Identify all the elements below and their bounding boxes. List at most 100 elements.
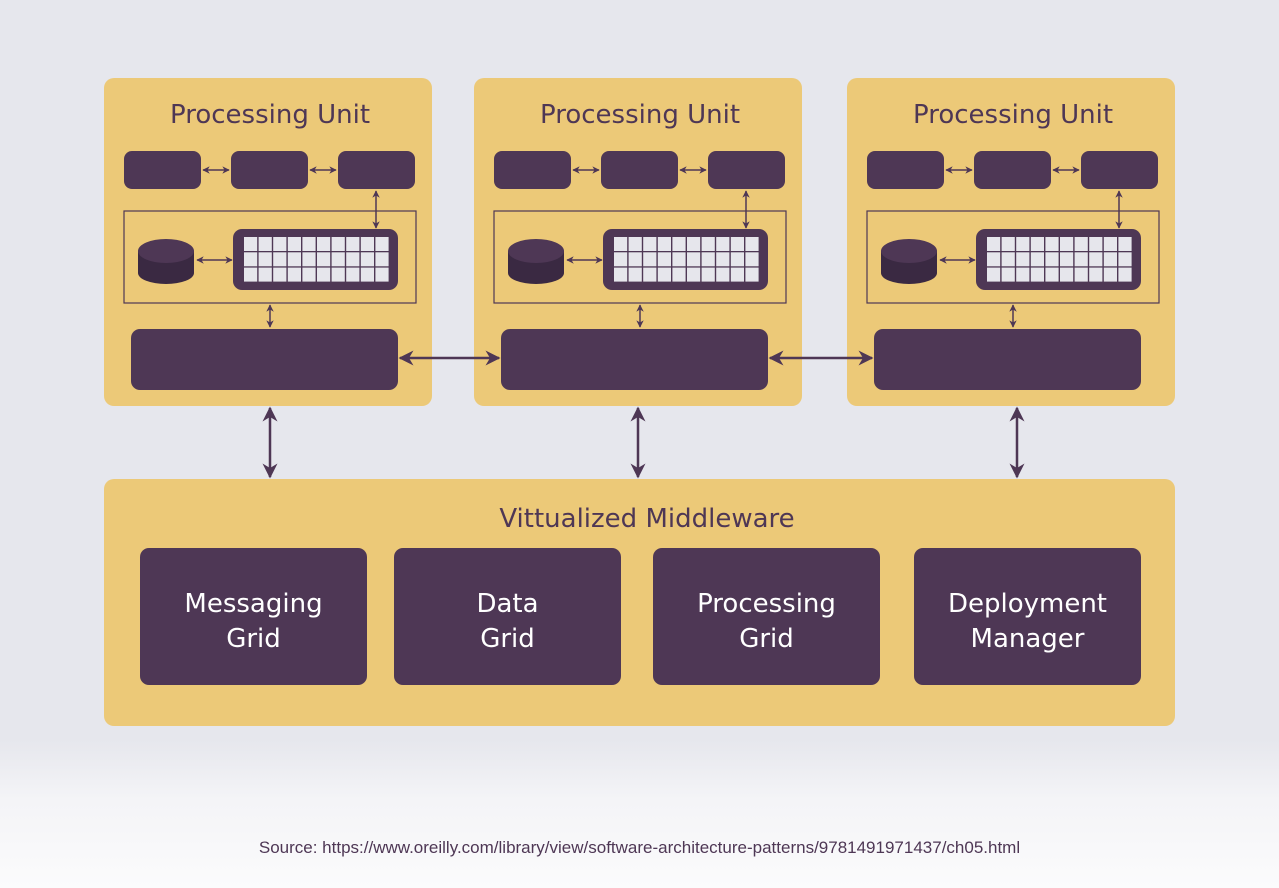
- grid-cell: [745, 252, 759, 267]
- grid-cell: [987, 237, 1001, 251]
- grid-cell: [1074, 252, 1088, 267]
- grid-cell: [1089, 237, 1103, 251]
- grid-cell: [331, 237, 345, 251]
- grid-cell: [273, 267, 287, 282]
- in-memory-data-grid: [976, 229, 1141, 290]
- grid-cell: [244, 252, 258, 267]
- component-label-line2: Grid: [226, 624, 281, 654]
- middleware-component: Deployment Manager: [914, 548, 1141, 685]
- component-label-line1: Data: [476, 589, 538, 619]
- grid-cell: [346, 237, 360, 251]
- grid-cell: [1016, 267, 1030, 282]
- grid-cell: [1089, 252, 1103, 267]
- middleware-title: Vittualized Middleware: [499, 504, 794, 534]
- grid-cell: [1001, 267, 1015, 282]
- space-based-architecture-diagram: Processing Unit Processing Unit Processing…: [104, 78, 1175, 726]
- in-memory-data-grid: [603, 229, 768, 290]
- processing-unit-title: Processing Unit: [913, 100, 1113, 130]
- grid-cell: [360, 237, 374, 251]
- grid-cell: [244, 267, 258, 282]
- grid-cell: [317, 237, 331, 251]
- grid-cell: [302, 267, 316, 282]
- grid-cell: [614, 267, 628, 282]
- processing-module: [231, 151, 308, 189]
- grid-cell: [745, 267, 759, 282]
- processing-module: [867, 151, 944, 189]
- grid-cell: [701, 267, 715, 282]
- grid-cell: [360, 267, 374, 282]
- processing-module: [494, 151, 571, 189]
- grid-cell: [716, 267, 730, 282]
- grid-cell: [1045, 252, 1059, 267]
- processing-unit: Processing Unit: [104, 78, 432, 406]
- grid-cell: [375, 267, 389, 282]
- middleware-component: Data Grid: [394, 548, 621, 685]
- grid-cell: [672, 267, 686, 282]
- database-icon: [138, 239, 194, 284]
- grid-cell: [1045, 267, 1059, 282]
- grid-cell: [1060, 252, 1074, 267]
- grid-cell: [302, 237, 316, 251]
- grid-cell: [730, 267, 744, 282]
- component-label-line1: Messaging: [184, 589, 322, 619]
- processing-unit-engine: [501, 329, 768, 390]
- component-label-line2: Grid: [739, 624, 794, 654]
- grid-cell: [628, 252, 642, 267]
- database-icon: [508, 239, 564, 284]
- grid-cell: [1016, 252, 1030, 267]
- grid-cell: [287, 237, 301, 251]
- grid-cell: [643, 237, 657, 251]
- grid-cell: [375, 237, 389, 251]
- grid-cell: [628, 267, 642, 282]
- grid-cell: [687, 267, 701, 282]
- grid-cell: [331, 252, 345, 267]
- processing-unit-engine: [874, 329, 1141, 390]
- grid-cell: [643, 252, 657, 267]
- grid-cell: [1030, 237, 1044, 251]
- grid-cell: [1016, 237, 1030, 251]
- processing-unit-title: Processing Unit: [170, 100, 370, 130]
- grid-cell: [730, 252, 744, 267]
- grid-cell: [1030, 252, 1044, 267]
- processing-unit-title: Processing Unit: [540, 100, 740, 130]
- grid-cell: [672, 237, 686, 251]
- grid-cell: [1001, 252, 1015, 267]
- grid-cell: [1103, 267, 1117, 282]
- component-label-line2: Grid: [480, 624, 535, 654]
- grid-cell: [258, 252, 272, 267]
- processing-unit-engine: [131, 329, 398, 390]
- grid-cell: [1030, 267, 1044, 282]
- grid-cell: [1001, 237, 1015, 251]
- grid-cell: [716, 252, 730, 267]
- middleware-component: Messaging Grid: [140, 548, 367, 685]
- grid-cell: [1089, 267, 1103, 282]
- grid-cell: [317, 252, 331, 267]
- grid-cell: [346, 252, 360, 267]
- processing-module: [708, 151, 785, 189]
- grid-cell: [730, 237, 744, 251]
- grid-cell: [657, 267, 671, 282]
- grid-cell: [672, 252, 686, 267]
- grid-cell: [244, 237, 258, 251]
- grid-cell: [360, 252, 374, 267]
- virtualized-middleware: Vittualized Middleware MessagingGridData…: [104, 479, 1175, 726]
- grid-cell: [1074, 267, 1088, 282]
- grid-cell: [1118, 237, 1132, 251]
- processing-module: [1081, 151, 1158, 189]
- grid-cell: [287, 267, 301, 282]
- grid-cell: [1045, 237, 1059, 251]
- database-icon: [881, 239, 937, 284]
- grid-cell: [1060, 267, 1074, 282]
- component-label-line1: Deployment: [948, 589, 1107, 619]
- grid-cell: [716, 237, 730, 251]
- grid-cell: [273, 237, 287, 251]
- grid-cell: [1118, 267, 1132, 282]
- processing-module: [974, 151, 1051, 189]
- grid-cell: [302, 252, 316, 267]
- grid-cell: [317, 267, 331, 282]
- in-memory-data-grid: [233, 229, 398, 290]
- grid-cell: [657, 252, 671, 267]
- grid-cell: [987, 267, 1001, 282]
- grid-cell: [1060, 237, 1074, 251]
- grid-cell: [657, 237, 671, 251]
